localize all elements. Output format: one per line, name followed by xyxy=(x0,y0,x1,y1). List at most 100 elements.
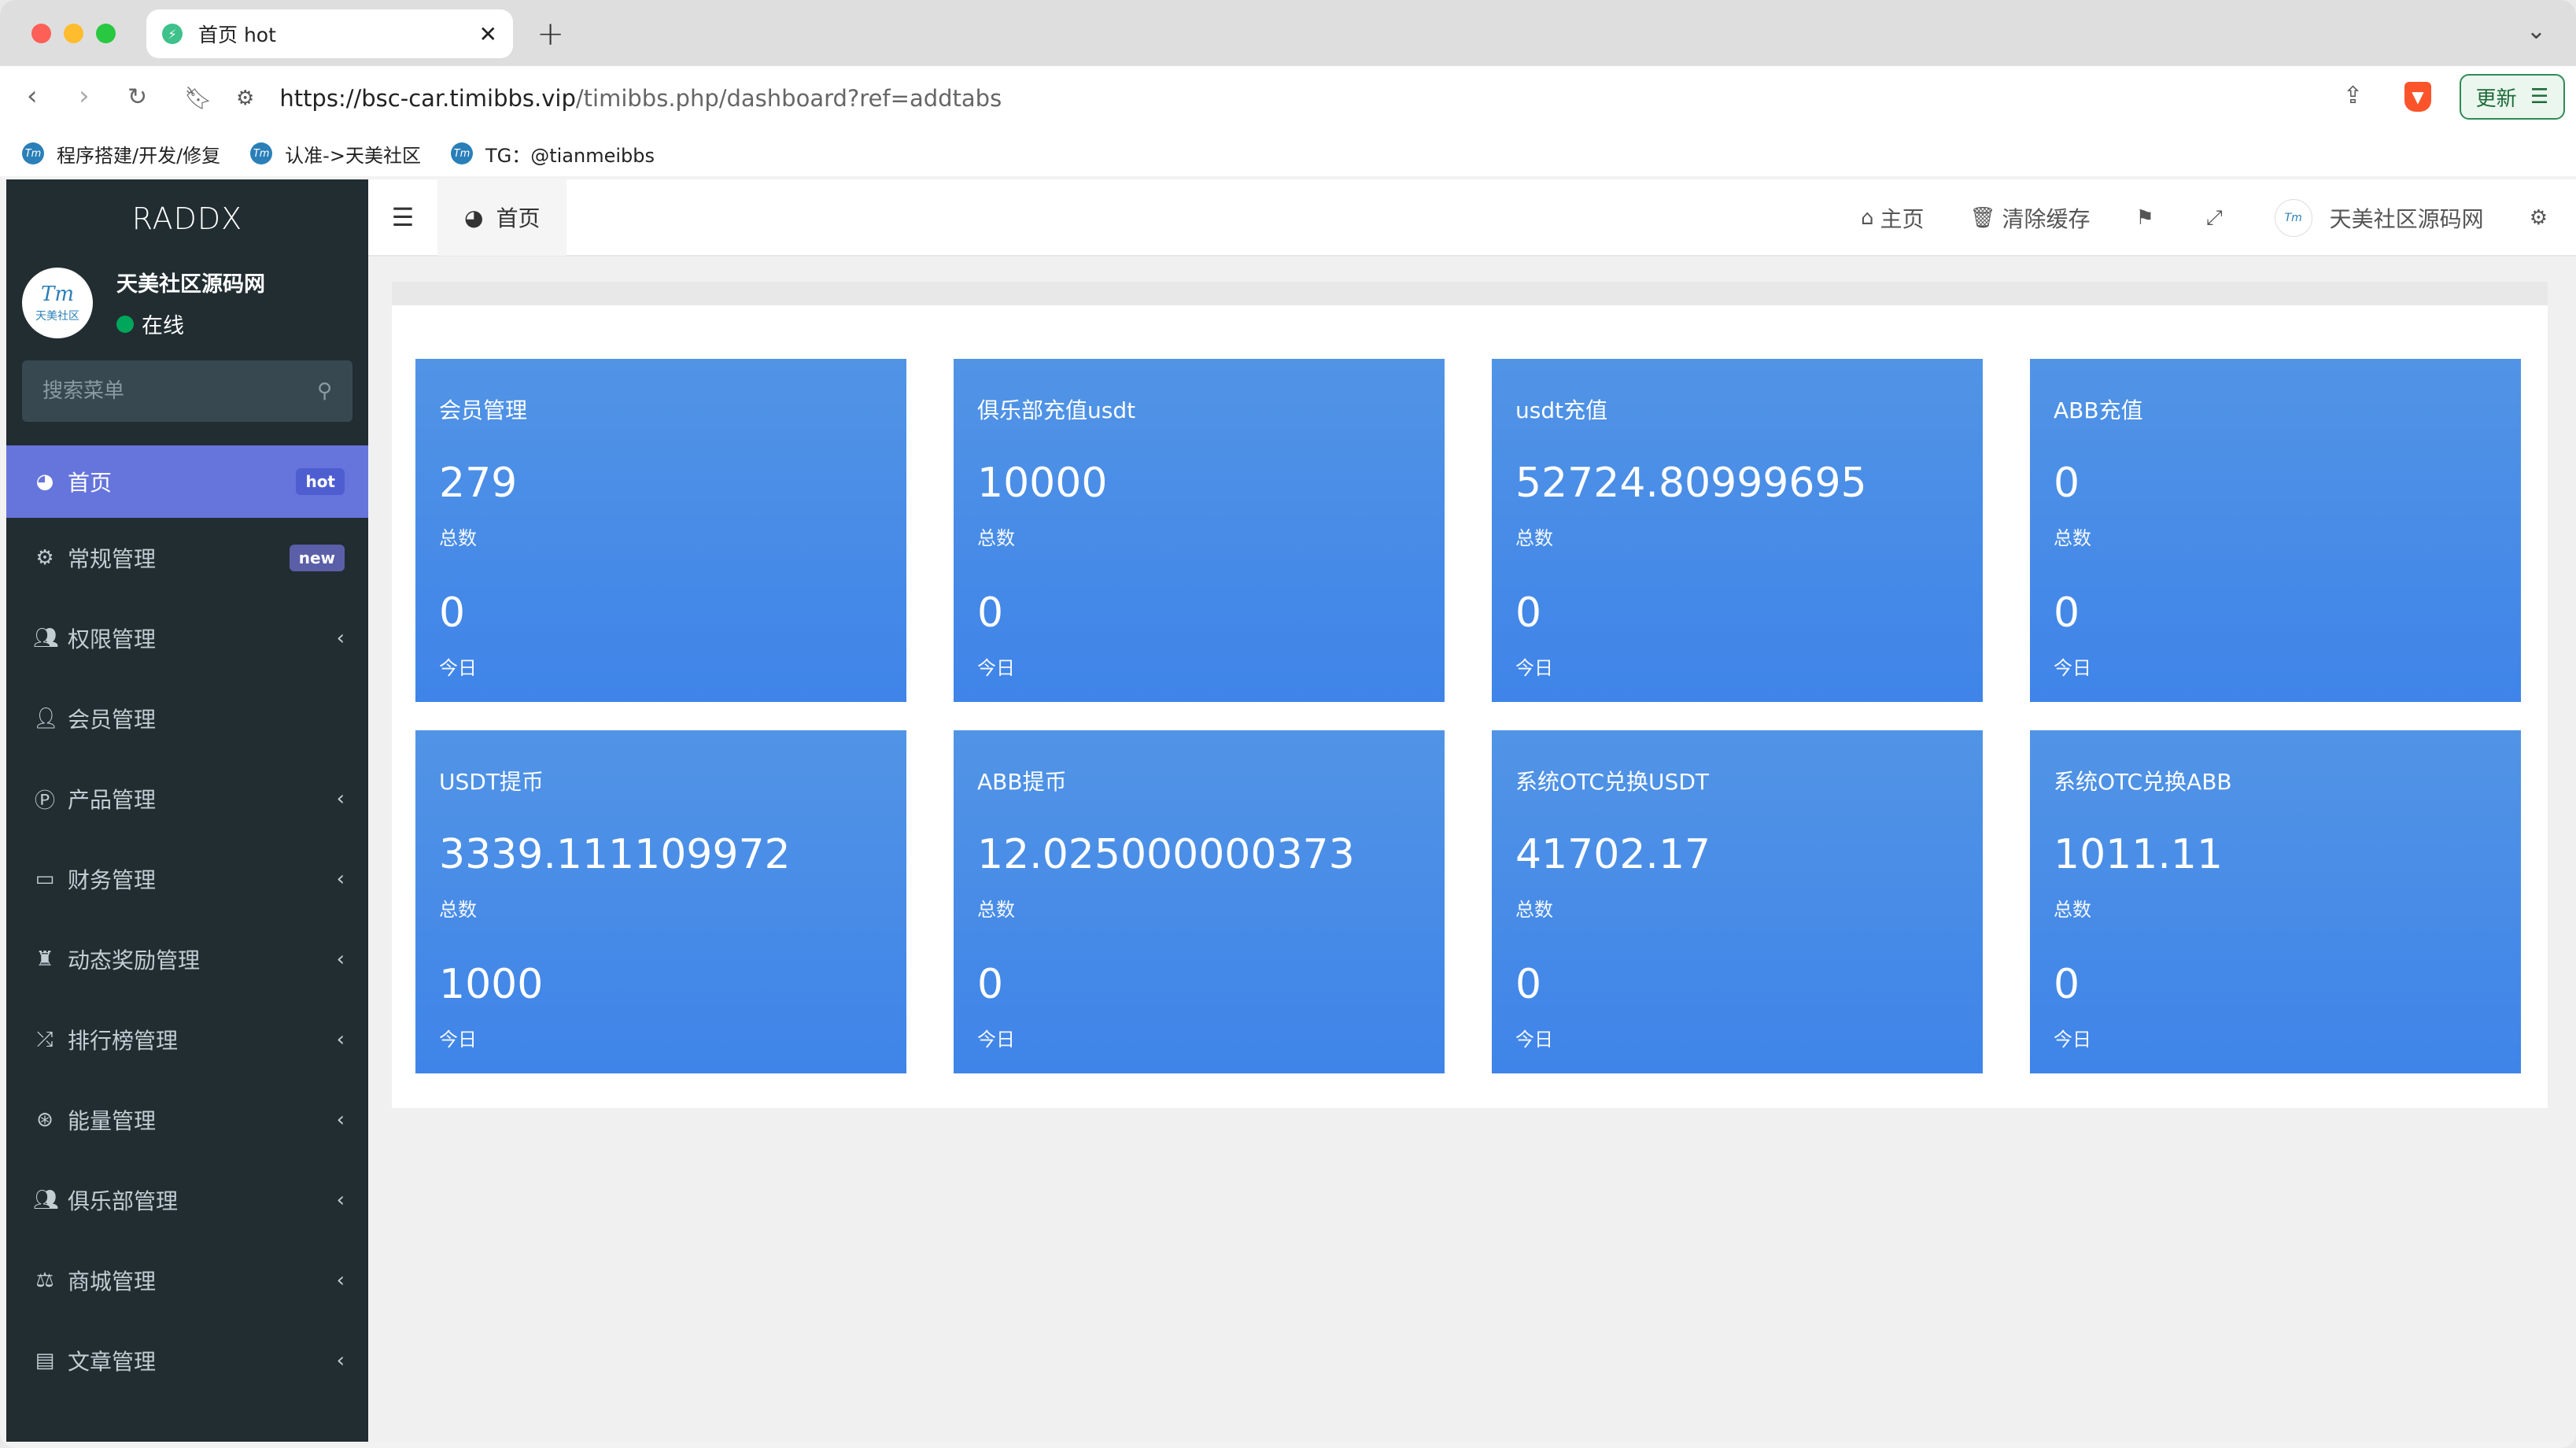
card-title: 会员管理 xyxy=(439,397,528,423)
card-total-label: 总数 xyxy=(1515,899,1553,921)
minimize-window-button[interactable] xyxy=(64,23,83,43)
sidebar-item-mall[interactable]: ⚖ 商城管理 ‹ xyxy=(6,1240,368,1321)
chevron-left-icon: ‹ xyxy=(336,1108,345,1132)
chevron-left-icon: ‹ xyxy=(336,787,345,811)
stat-card: ABB充值 0 总数 0 今日 xyxy=(2030,359,2521,702)
stat-card: 系统OTC兑换USDT 41702.17 总数 0 今日 xyxy=(1492,730,1983,1073)
stat-card: 会员管理 279 总数 0 今日 xyxy=(415,359,906,702)
card-today-value: 0 xyxy=(439,589,466,637)
card-today-label: 今日 xyxy=(1515,657,1553,679)
bookmark-item[interactable]: Tm TG：@tianmeibbs xyxy=(450,140,655,168)
new-tab-button[interactable]: + xyxy=(537,14,564,53)
tab-home[interactable]: ◕ 首页 xyxy=(437,179,567,256)
close-window-button[interactable] xyxy=(31,23,51,43)
chevron-left-icon: ‹ xyxy=(336,1269,345,1292)
sidebar-item-members[interactable]: 👤︎ 会员管理 xyxy=(6,678,368,759)
card-today-label: 今日 xyxy=(439,1029,477,1051)
card-total-value: 12.025000000373 xyxy=(977,831,1355,878)
chevron-left-icon: ‹ xyxy=(336,947,345,971)
card-today-label: 今日 xyxy=(977,657,1015,679)
settings-button[interactable]: ⚙ xyxy=(2530,206,2554,230)
avatar-subtext: 天美社区 xyxy=(35,310,79,323)
chevron-left-icon: ‹ xyxy=(336,867,345,891)
sidebar-item-home[interactable]: ◕ 首页 hot xyxy=(6,445,368,518)
bookmark-item[interactable]: Tm 程序搭建/开发/修复 xyxy=(22,140,220,168)
tab-close-icon[interactable]: ✕ xyxy=(479,21,497,47)
sidebar-item-rewards[interactable]: ♜ 动态奖励管理 ‹ xyxy=(6,919,368,999)
card-total-value: 41702.17 xyxy=(1515,831,1711,878)
sidebar-item-general[interactable]: ⚙ 常规管理 new xyxy=(6,518,368,598)
card-total-label: 总数 xyxy=(439,527,477,549)
card-today-value: 0 xyxy=(977,961,1004,1008)
card-today-value: 0 xyxy=(1515,589,1542,637)
dashboard-panel: 会员管理 279 总数 0 今日 俱乐部充值usdt 1000 0 总数 0 今日… xyxy=(392,305,2548,1108)
card-total-label: 总数 xyxy=(439,899,477,921)
site-settings-icon[interactable]: ⚙︎ xyxy=(236,87,254,110)
search-icon[interactable]: ⚲ xyxy=(317,379,332,403)
home-link[interactable]: ⌂ 主页 xyxy=(1861,202,1925,234)
browser-navbar: ‹ › ↻ 🔖︎ ⚙︎ https://bsc-car.timibbs.vip /… xyxy=(0,66,2576,131)
tab-list-chevron-icon[interactable]: ⌄ xyxy=(2526,17,2546,45)
tm-favicon-icon: Tm xyxy=(250,142,273,164)
forward-icon[interactable]: › xyxy=(79,80,90,112)
brave-shield-icon[interactable]: ▼ xyxy=(2404,82,2431,112)
card-today-value: 1000 xyxy=(439,961,544,1008)
clear-cache-button[interactable]: 🗑︎ 清除缓存 xyxy=(1970,202,2091,234)
chevron-left-icon: ‹ xyxy=(336,1188,345,1212)
user-panel: Tm 天美社区 天美社区源码网 在线 xyxy=(6,258,368,348)
browser-tabbar: ⚡ 首页 hot ✕ + ⌄ xyxy=(0,0,2576,66)
menu-icon: ☰ xyxy=(2530,85,2549,109)
sidebar-item-permissions[interactable]: 👥︎ 权限管理 ‹ xyxy=(6,598,368,678)
update-button[interactable]: 更新 ☰ xyxy=(2460,74,2565,120)
fullscreen-button[interactable]: ⤢ xyxy=(2206,206,2229,231)
top-navbar: ☰ ◕ 首页 ⌂ 主页 🗑︎ 清除缓存 ⚑ ⤢ Tm 天美社区源码网 ⚙ xyxy=(368,179,2576,257)
share-icon[interactable]: ⇪ xyxy=(2343,82,2363,109)
browser-tab[interactable]: ⚡ 首页 hot ✕ xyxy=(146,9,513,58)
credit-card-icon: ▭ xyxy=(35,867,55,891)
balance-scale-icon: ⚖ xyxy=(35,1269,54,1292)
sidebar-item-energy[interactable]: ⊛ 能量管理 ‹ xyxy=(6,1080,368,1160)
user-menu[interactable]: Tm 天美社区源码网 xyxy=(2274,199,2484,237)
admin-app: RADDX Tm 天美社区 天美社区源码网 在线 ⚲ xyxy=(6,179,2576,1442)
sidebar-item-leaderboard[interactable]: ⤮ 排行榜管理 ‹ xyxy=(6,999,368,1080)
content-header-strip xyxy=(392,282,2548,307)
user-avatar: Tm xyxy=(2274,199,2312,237)
dashboard-icon: ◕ xyxy=(35,470,54,493)
card-total-label: 总数 xyxy=(2054,899,2091,921)
card-title: 俱乐部充值usdt xyxy=(977,397,1136,423)
card-total-value: 1011.11 xyxy=(2054,831,2224,878)
tm-favicon-icon: Tm xyxy=(22,142,44,164)
sidebar-item-finance[interactable]: ▭ 财务管理 ‹ xyxy=(6,839,368,919)
address-bar[interactable]: ⚙︎ https://bsc-car.timibbs.vip/timibbs.p… xyxy=(236,74,2353,123)
card-today-label: 今日 xyxy=(2054,657,2091,679)
hot-badge: hot xyxy=(296,468,345,495)
sidebar-item-products[interactable]: Ⓟ 产品管理 ‹ xyxy=(6,759,368,839)
sidebar-item-label: 权限管理 xyxy=(68,626,157,652)
language-button[interactable]: ⚑ xyxy=(2136,206,2161,230)
bookmark-item[interactable]: Tm 认准->天美社区 xyxy=(250,140,421,168)
menu-search-input[interactable] xyxy=(42,379,279,403)
app-logo[interactable]: RADDX xyxy=(6,179,368,258)
back-icon[interactable]: ‹ xyxy=(27,80,38,112)
home-icon: ⌂ xyxy=(1860,206,1874,230)
bookmark-icon[interactable]: 🔖︎ xyxy=(184,85,212,111)
online-dot-icon xyxy=(116,315,134,333)
sidebar-item-label: 商城管理 xyxy=(68,1269,157,1295)
main-area: ☰ ◕ 首页 ⌂ 主页 🗑︎ 清除缓存 ⚑ ⤢ Tm 天美社区源码网 ⚙ 会员管… xyxy=(368,179,2576,1442)
chevron-left-icon: ‹ xyxy=(336,1028,345,1051)
sidebar-item-label: 首页 xyxy=(68,470,113,496)
sidebar-item-label: 产品管理 xyxy=(68,787,157,813)
status-text: 在线 xyxy=(142,314,184,338)
sidebar-toggle-icon[interactable]: ☰ xyxy=(368,202,437,232)
reload-icon[interactable]: ↻ xyxy=(127,83,147,111)
chevron-left-icon: ‹ xyxy=(336,1349,345,1372)
tm-favicon-icon: Tm xyxy=(450,142,473,164)
card-total-label: 总数 xyxy=(977,899,1015,921)
url-host: https://bsc-car.timibbs.vip xyxy=(279,85,576,112)
user-menu-name: 天美社区源码网 xyxy=(2329,206,2484,232)
maximize-window-button[interactable] xyxy=(96,23,116,43)
sidebar-item-articles[interactable]: ▤ 文章管理 ‹ xyxy=(6,1321,368,1401)
beer-icon: ♜ xyxy=(35,947,54,971)
sidebar-item-club[interactable]: 👥︎ 俱乐部管理 ‹ xyxy=(6,1160,368,1240)
new-badge: new xyxy=(289,545,345,571)
